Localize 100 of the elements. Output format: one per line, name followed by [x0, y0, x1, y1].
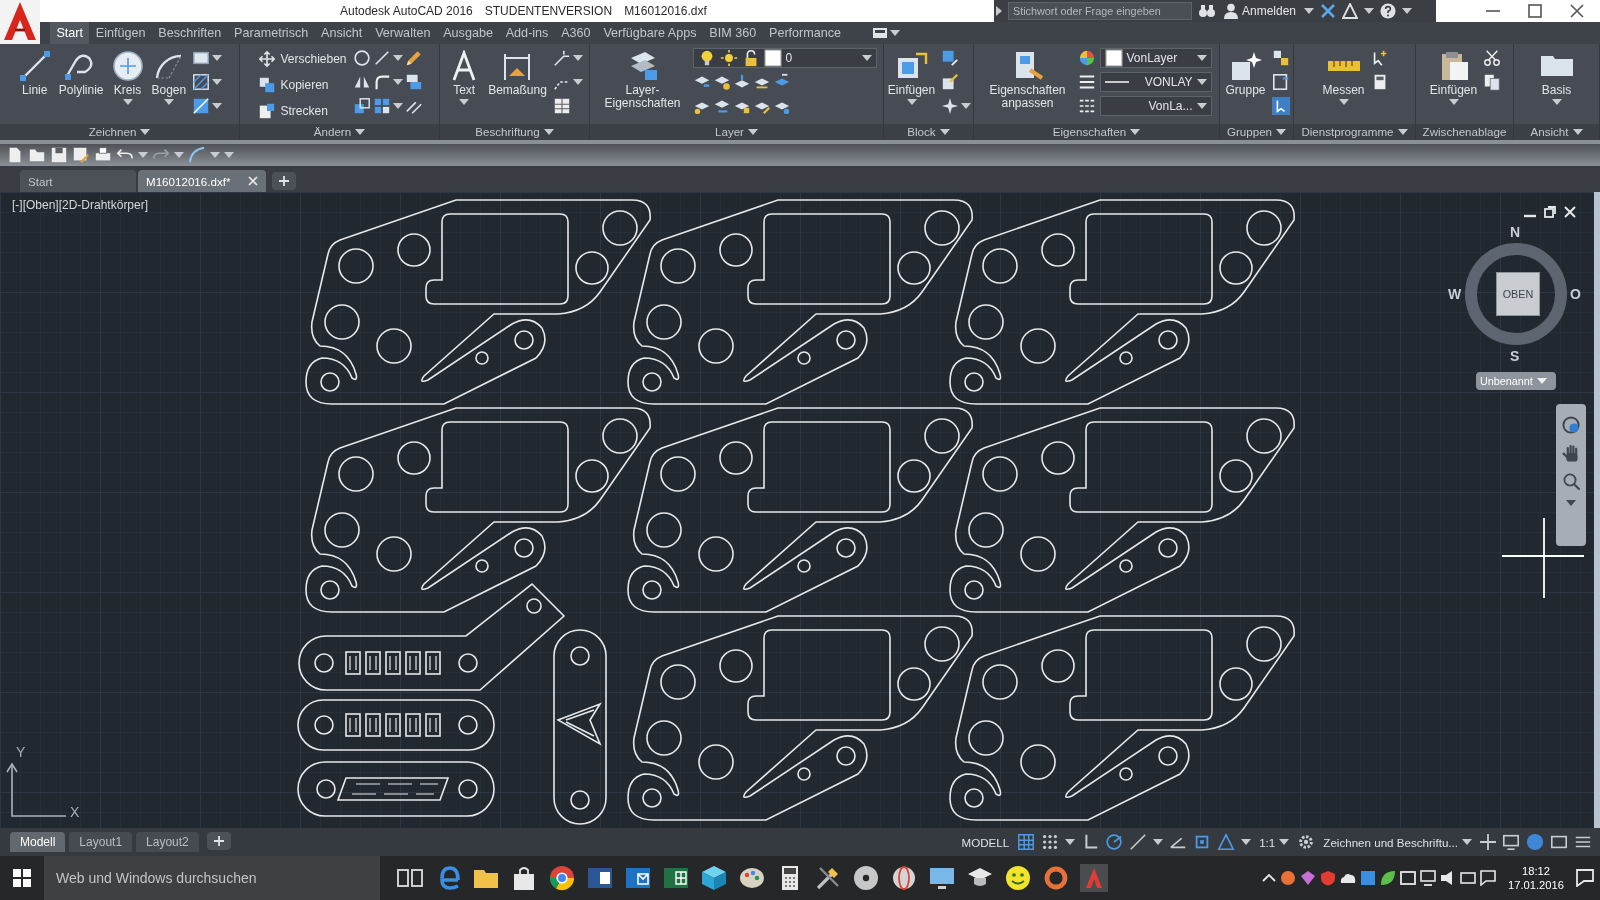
ribbon-tab[interactable]: Ausgabe — [436, 22, 500, 44]
gear-icon[interactable] — [1297, 833, 1316, 851]
viewcube-face[interactable]: OBEN — [1496, 272, 1540, 316]
clock-date[interactable]: 17.01.2016 — [1508, 878, 1564, 892]
steering-wheel-icon[interactable] — [1562, 416, 1580, 434]
caret-icon[interactable] — [212, 55, 223, 61]
caret-icon[interactable] — [392, 103, 403, 109]
ribbon-tab[interactable]: Einfügen — [89, 22, 152, 44]
scissors-icon[interactable] — [1483, 49, 1502, 67]
base-view-button[interactable]: Basis — [1538, 48, 1575, 106]
caret-icon[interactable] — [889, 30, 900, 36]
color-dropdown[interactable]: VonLayer — [1099, 48, 1212, 68]
caret-icon[interactable] — [1241, 839, 1252, 845]
caret-icon[interactable] — [212, 79, 223, 85]
table-icon[interactable] — [552, 97, 571, 115]
group-button[interactable]: Gruppe — [1223, 48, 1268, 98]
monitor-icon[interactable] — [1420, 870, 1436, 886]
gradient-square-icon[interactable] — [192, 97, 211, 115]
diagonal-line-icon[interactable] — [1129, 833, 1148, 851]
line-button[interactable]: Linie — [16, 48, 53, 98]
curve-icon[interactable] — [188, 146, 206, 164]
help-icon[interactable] — [1380, 3, 1397, 19]
search-field[interactable]: Stichwort oder Frage eingeben — [1008, 2, 1192, 20]
sign-in-button[interactable]: Anmelden — [1222, 2, 1299, 20]
ribbon-tab[interactable]: Ansicht — [314, 22, 369, 44]
grid-icon[interactable] — [1017, 833, 1036, 851]
zoom-icon[interactable] — [1562, 472, 1580, 490]
caret-icon[interactable] — [1364, 8, 1375, 14]
move-button[interactable]: Verschieben — [256, 48, 349, 70]
shield-icon[interactable] — [1320, 870, 1336, 886]
layer-dropdown[interactable]: 0 — [692, 48, 877, 68]
offset-squares-icon[interactable] — [1271, 49, 1290, 67]
cross-icon[interactable] — [1320, 3, 1337, 19]
polar-circle-icon[interactable] — [1105, 833, 1124, 851]
leaf-icon[interactable] — [1380, 870, 1396, 886]
ribbon-tab[interactable]: Performance — [762, 22, 848, 44]
color-wheel-icon[interactable] — [1077, 49, 1096, 67]
compass-letter[interactable]: O — [1570, 286, 1581, 302]
caret-icon[interactable] — [748, 129, 758, 135]
triangle-icon[interactable] — [1217, 833, 1236, 851]
caret-icon[interactable] — [1572, 129, 1583, 135]
measure-button[interactable]: Messen — [1320, 48, 1367, 106]
ribbon-tab[interactable]: Verfügbare Apps — [597, 22, 703, 44]
caret-icon[interactable] — [572, 79, 583, 85]
binoculars-icon[interactable] — [1198, 3, 1216, 19]
copy-sheets-icon[interactable] — [1483, 73, 1502, 91]
overlapping-rectangles-icon[interactable] — [404, 73, 423, 91]
message-icon[interactable] — [1480, 870, 1496, 886]
globe-icon[interactable] — [890, 864, 918, 892]
layout-tab[interactable]: Layout1 — [69, 832, 133, 852]
caret-icon[interactable] — [1402, 8, 1413, 14]
caret-icon[interactable] — [212, 103, 223, 109]
caret-icon[interactable] — [939, 129, 950, 135]
workspace-button[interactable]: Zeichnen und Beschriftu... — [1321, 832, 1474, 852]
caret-icon[interactable] — [1566, 500, 1576, 506]
rectangle-bar-icon[interactable] — [871, 27, 888, 39]
caret-icon[interactable] — [392, 79, 403, 85]
close-icon[interactable] — [1570, 4, 1584, 18]
caret-icon[interactable] — [1397, 129, 1408, 135]
application-menu-button[interactable] — [0, 0, 40, 44]
insert-button[interactable]: Einfügen — [885, 48, 938, 106]
triangle-outline-icon[interactable] — [1342, 3, 1359, 19]
match-properties-button[interactable]: Eigenschaften anpassen — [981, 48, 1074, 111]
line-weight-icon[interactable] — [1077, 73, 1096, 91]
compass-letter[interactable]: S — [1510, 348, 1520, 364]
linetype-dropdown[interactable]: VONLAY — [1099, 72, 1212, 92]
caret-icon[interactable] — [174, 152, 184, 158]
hatch-icon[interactable] — [192, 73, 211, 91]
caret-icon[interactable] — [1304, 8, 1315, 14]
annotation-scale-button[interactable]: 1:1 — [1257, 832, 1292, 852]
layout-tab[interactable]: Layout2 — [136, 832, 199, 852]
block-create-icon[interactable] — [941, 49, 960, 67]
text-button[interactable]: Text — [446, 48, 483, 106]
caret-icon[interactable] — [140, 129, 151, 135]
block-edit-icon[interactable] — [941, 73, 960, 91]
new-tab-button[interactable] — [272, 172, 296, 190]
linetype-icon[interactable] — [1077, 97, 1096, 115]
scale-icon[interactable] — [352, 97, 371, 115]
browser-icon[interactable] — [548, 864, 576, 892]
caret-icon[interactable] — [1276, 129, 1287, 135]
ribbon-tab[interactable]: Verwalten — [368, 22, 437, 44]
ribbon-tab[interactable]: BIM 360 — [702, 22, 763, 44]
dot-grid-icon[interactable] — [1041, 833, 1060, 851]
monitor-icon[interactable] — [1502, 833, 1520, 851]
taskbar-search-field[interactable]: Web und Windows durchsuchen — [44, 856, 380, 900]
polyline-button[interactable]: Polylinie — [56, 48, 106, 98]
ribbon-tab[interactable]: Add-ins — [499, 22, 555, 44]
layer-properties-button[interactable]: Layer-Eigenschaften — [596, 48, 689, 111]
caret-icon[interactable] — [392, 55, 403, 61]
compass-letter[interactable]: N — [1510, 224, 1521, 240]
cube-icon[interactable] — [700, 864, 728, 892]
document-tab[interactable]: M16012016.dxf* — [138, 170, 266, 192]
layout-tab[interactable]: Modell — [10, 832, 66, 852]
clock-time[interactable]: 18:12 — [1522, 864, 1550, 878]
grid-array-icon[interactable] — [372, 97, 391, 115]
gem-icon[interactable] — [1300, 870, 1316, 886]
window-icon[interactable] — [1400, 870, 1416, 886]
viewport-label[interactable]: [-][Oben][2D-Drahtkörper] — [12, 198, 149, 212]
caret-icon[interactable] — [543, 129, 554, 135]
rectangle-outline-icon[interactable] — [1460, 870, 1476, 886]
